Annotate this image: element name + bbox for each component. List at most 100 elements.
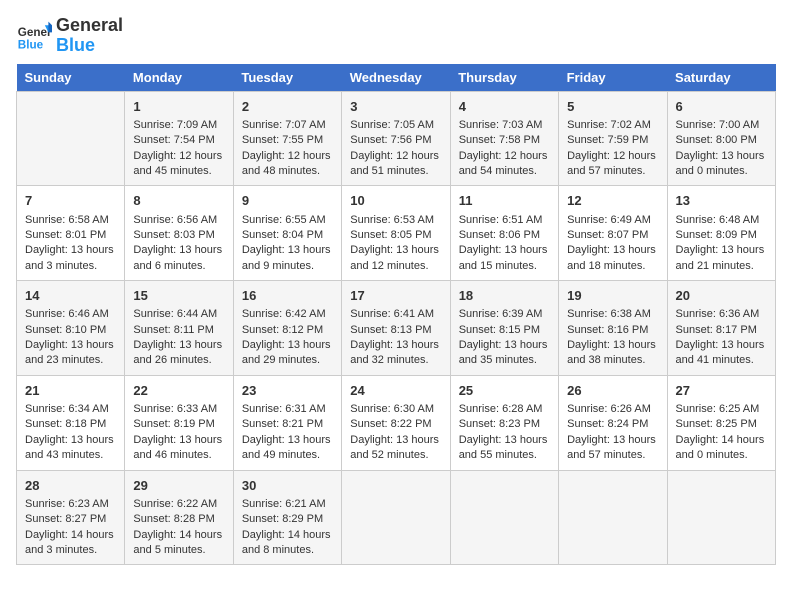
logo: General Blue General Blue: [16, 16, 123, 56]
calendar-cell: 6Sunrise: 7:00 AMSunset: 8:00 PMDaylight…: [667, 91, 775, 186]
day-detail: Sunset: 8:22 PM: [350, 417, 441, 432]
calendar-cell: 30Sunrise: 6:21 AMSunset: 8:29 PMDayligh…: [233, 470, 341, 565]
calendar-cell: 3Sunrise: 7:05 AMSunset: 7:56 PMDaylight…: [342, 91, 450, 186]
day-number: 22: [133, 382, 224, 400]
calendar-cell: [667, 470, 775, 565]
day-detail: Daylight: 13 hours: [242, 338, 333, 353]
day-detail: and 3 minutes.: [25, 543, 116, 558]
day-detail: Sunset: 7:59 PM: [567, 133, 658, 148]
day-detail: Sunrise: 6:28 AM: [459, 402, 550, 417]
day-detail: Daylight: 13 hours: [459, 433, 550, 448]
day-number: 28: [25, 477, 116, 495]
day-detail: Sunset: 8:15 PM: [459, 323, 550, 338]
calendar-cell: 24Sunrise: 6:30 AMSunset: 8:22 PMDayligh…: [342, 375, 450, 470]
calendar-cell: 15Sunrise: 6:44 AMSunset: 8:11 PMDayligh…: [125, 281, 233, 376]
day-detail: and 49 minutes.: [242, 448, 333, 463]
day-detail: Sunrise: 6:48 AM: [676, 213, 767, 228]
day-detail: Sunset: 7:58 PM: [459, 133, 550, 148]
calendar-header-thursday: Thursday: [450, 64, 558, 92]
day-detail: Sunrise: 6:33 AM: [133, 402, 224, 417]
day-detail: and 51 minutes.: [350, 164, 441, 179]
day-detail: Sunrise: 6:53 AM: [350, 213, 441, 228]
calendar-cell: 9Sunrise: 6:55 AMSunset: 8:04 PMDaylight…: [233, 186, 341, 281]
day-number: 25: [459, 382, 550, 400]
calendar-week-row: 21Sunrise: 6:34 AMSunset: 8:18 PMDayligh…: [17, 375, 776, 470]
day-detail: Sunrise: 6:22 AM: [133, 497, 224, 512]
day-detail: Daylight: 13 hours: [350, 243, 441, 258]
day-detail: Daylight: 13 hours: [459, 243, 550, 258]
calendar-cell: 2 Sunrise: 7:07 AMSunset: 7:55 PMDaylight…: [233, 91, 341, 186]
day-number: 5: [567, 98, 658, 116]
day-detail: Daylight: 12 hours: [242, 149, 333, 164]
day-number: 12: [567, 192, 658, 210]
day-detail: Sunset: 8:10 PM: [25, 323, 116, 338]
day-number: 9: [242, 192, 333, 210]
calendar-header-tuesday: Tuesday: [233, 64, 341, 92]
day-detail: Sunset: 8:11 PM: [133, 323, 224, 338]
day-detail: Sunrise: 6:23 AM: [25, 497, 116, 512]
day-detail: Sunrise: 7:07 AM: [242, 118, 333, 133]
day-detail: Sunset: 8:12 PM: [242, 323, 333, 338]
calendar-week-row: 1Sunrise: 7:09 AMSunset: 7:54 PMDaylight…: [17, 91, 776, 186]
calendar-cell: 7Sunrise: 6:58 AMSunset: 8:01 PMDaylight…: [17, 186, 125, 281]
day-detail: and 57 minutes.: [567, 448, 658, 463]
day-number: 27: [676, 382, 767, 400]
logo-icon: General Blue: [16, 18, 52, 54]
day-number: 1: [133, 98, 224, 116]
day-number: 2: [242, 98, 333, 116]
day-detail: and 29 minutes.: [242, 353, 333, 368]
day-detail: Sunset: 8:16 PM: [567, 323, 658, 338]
day-detail: Sunset: 8:17 PM: [676, 323, 767, 338]
calendar-cell: 23Sunrise: 6:31 AMSunset: 8:21 PMDayligh…: [233, 375, 341, 470]
day-detail: Sunset: 8:01 PM: [25, 228, 116, 243]
day-detail: Sunset: 8:29 PM: [242, 512, 333, 527]
day-detail: Daylight: 12 hours: [459, 149, 550, 164]
calendar-header-wednesday: Wednesday: [342, 64, 450, 92]
day-number: 13: [676, 192, 767, 210]
day-detail: and 41 minutes.: [676, 353, 767, 368]
day-detail: Sunset: 7:54 PM: [133, 133, 224, 148]
day-detail: Sunrise: 6:31 AM: [242, 402, 333, 417]
day-detail: Daylight: 13 hours: [25, 243, 116, 258]
day-detail: Sunset: 7:55 PM: [242, 133, 333, 148]
day-detail: Sunset: 8:09 PM: [676, 228, 767, 243]
calendar-header-saturday: Saturday: [667, 64, 775, 92]
day-detail: Sunset: 7:56 PM: [350, 133, 441, 148]
day-number: 24: [350, 382, 441, 400]
day-detail: Daylight: 13 hours: [242, 243, 333, 258]
day-number: 19: [567, 287, 658, 305]
day-detail: and 32 minutes.: [350, 353, 441, 368]
day-detail: Daylight: 14 hours: [242, 528, 333, 543]
calendar-cell: 10 Sunrise: 6:53 AMSunset: 8:05 PMDayligh…: [342, 186, 450, 281]
svg-text:Blue: Blue: [18, 38, 44, 51]
day-number: 18: [459, 287, 550, 305]
day-detail: Daylight: 13 hours: [133, 243, 224, 258]
day-detail: Sunset: 8:04 PM: [242, 228, 333, 243]
day-detail: Daylight: 13 hours: [25, 338, 116, 353]
calendar-cell: 11Sunrise: 6:51 AMSunset: 8:06 PMDayligh…: [450, 186, 558, 281]
calendar-cell: [342, 470, 450, 565]
day-detail: and 9 minutes.: [242, 259, 333, 274]
day-number: 29: [133, 477, 224, 495]
day-detail: Sunset: 8:05 PM: [350, 228, 441, 243]
calendar-cell: [17, 91, 125, 186]
calendar-cell: 12Sunrise: 6:49 AMSunset: 8:07 PMDayligh…: [559, 186, 667, 281]
day-detail: Sunset: 8:27 PM: [25, 512, 116, 527]
day-detail: Daylight: 13 hours: [676, 149, 767, 164]
day-detail: Daylight: 13 hours: [459, 338, 550, 353]
day-number: 30: [242, 477, 333, 495]
day-number: 6: [676, 98, 767, 116]
day-number: 10: [350, 192, 441, 210]
day-detail: Sunrise: 7:02 AM: [567, 118, 658, 133]
day-detail: Sunrise: 7:03 AM: [459, 118, 550, 133]
day-detail: Sunrise: 6:49 AM: [567, 213, 658, 228]
calendar-cell: 29Sunrise: 6:22 AMSunset: 8:28 PMDayligh…: [125, 470, 233, 565]
day-number: 11: [459, 192, 550, 210]
day-detail: Sunset: 8:00 PM: [676, 133, 767, 148]
day-number: 8: [133, 192, 224, 210]
day-detail: and 46 minutes.: [133, 448, 224, 463]
day-detail: and 21 minutes.: [676, 259, 767, 274]
day-detail: Sunset: 8:19 PM: [133, 417, 224, 432]
calendar-cell: 18Sunrise: 6:39 AMSunset: 8:15 PMDayligh…: [450, 281, 558, 376]
calendar-cell: 17Sunrise: 6:41 AMSunset: 8:13 PMDayligh…: [342, 281, 450, 376]
